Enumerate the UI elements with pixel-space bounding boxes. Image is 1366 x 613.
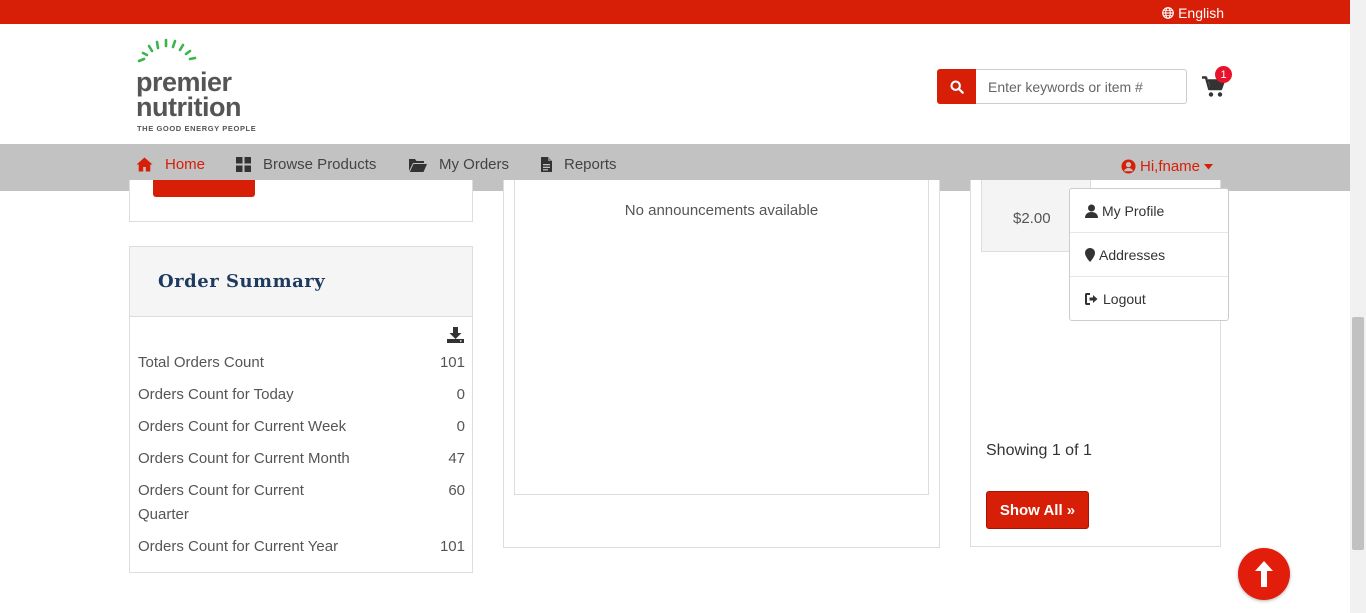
logo-word-nutrition: nutrition (136, 92, 241, 122)
nav-item-home[interactable]: Home (136, 156, 205, 173)
summary-value: 60 (448, 482, 465, 499)
summary-row-year: Orders Count for Current Year 101 (138, 535, 465, 559)
home-icon (136, 157, 153, 172)
folder-open-icon (409, 158, 427, 172)
nav-reports-label: Reports (564, 156, 617, 173)
cart-button[interactable]: 1 (1202, 66, 1236, 102)
summary-label: Total Orders Count (138, 354, 264, 371)
language-selector[interactable]: English (1162, 5, 1224, 21)
logo-sunburst-icon (137, 38, 197, 63)
menu-label: My Profile (1102, 202, 1165, 219)
file-text-icon (541, 157, 552, 172)
summary-row-today: Orders Count for Today 0 (138, 383, 465, 407)
search-icon (949, 79, 964, 94)
summary-row-quarter: Orders Count for Current Quarter 60 (138, 479, 465, 527)
user-dropdown-menu: My Profile Addresses Logout (1069, 188, 1229, 321)
summary-value: 0 (456, 386, 465, 403)
summary-value: 0 (456, 418, 465, 435)
order-summary-list: Total Orders Count 101 Orders Count for T… (138, 351, 465, 567)
nav-item-reports[interactable]: Reports (541, 156, 617, 173)
search-bar (937, 69, 1187, 104)
cart-count-badge: 1 (1215, 66, 1232, 83)
logo-tagline: THE GOOD ENERGY PEOPLE (137, 124, 257, 133)
show-all-button[interactable]: Show All » (986, 491, 1089, 529)
search-button[interactable] (937, 69, 976, 104)
user-icon (1085, 204, 1098, 218)
sign-out-icon (1085, 293, 1098, 305)
map-marker-icon (1085, 247, 1095, 262)
nav-my-orders-label: My Orders (439, 156, 510, 173)
summary-row-month: Orders Count for Current Month 47 (138, 447, 465, 471)
menu-label: Addresses (1099, 246, 1166, 263)
order-summary-header: Order Summary (130, 247, 472, 317)
summary-row-week: Orders Count for Current Week 0 (138, 415, 465, 439)
nav-item-my-orders[interactable]: My Orders (409, 156, 509, 173)
pagination-status: Showing 1 of 1 (986, 442, 1092, 459)
summary-label: Orders Count for Current Year (138, 538, 339, 555)
summary-value: 47 (448, 450, 465, 467)
nav-browse-products-label: Browse Products (263, 156, 377, 173)
product-price: $2.00 (1013, 210, 1051, 227)
order-summary-card: Order Summary Total Orders Count 101 Orde… (129, 246, 473, 573)
search-input[interactable] (976, 69, 1187, 104)
summary-row-total: Total Orders Count 101 (138, 351, 465, 375)
brand-logo[interactable]: premier nutrition THE GOOD ENERGY PEOPLE (136, 36, 276, 136)
grid-icon (236, 157, 251, 172)
download-icon (447, 327, 464, 343)
summary-value: 101 (439, 354, 465, 371)
announcements-panel: No announcements available (514, 180, 929, 495)
caret-down-icon (1204, 163, 1214, 169)
summary-label: Orders Count for Current Week (138, 418, 347, 435)
download-button[interactable] (447, 327, 464, 348)
menu-item-addresses[interactable]: Addresses (1070, 233, 1228, 277)
order-summary-title: Order Summary (158, 271, 326, 292)
user-menu-toggle[interactable]: Hi,fname (1121, 158, 1214, 175)
menu-label: Logout (1103, 291, 1146, 307)
arrow-up-icon (1255, 561, 1273, 587)
user-circle-icon (1121, 159, 1136, 174)
menu-item-logout[interactable]: Logout (1070, 277, 1228, 321)
summary-label: Orders Count for Current Quarter (138, 482, 304, 523)
partial-action-button[interactable] (153, 180, 255, 197)
top-bar: English (0, 0, 1350, 24)
quick-actions-card (129, 180, 473, 222)
no-announcements-text: No announcements available (624, 202, 819, 219)
menu-item-my-profile[interactable]: My Profile (1070, 189, 1228, 233)
summary-label: Orders Count for Today (138, 386, 294, 403)
header: premier nutrition THE GOOD ENERGY PEOPLE… (0, 24, 1350, 144)
summary-value: 101 (439, 538, 465, 555)
summary-label: Orders Count for Current Month (138, 450, 350, 467)
page-scrollbar[interactable] (1350, 0, 1366, 613)
scrollbar-thumb[interactable] (1352, 317, 1364, 550)
language-label: English (1178, 5, 1224, 21)
scroll-to-top-button[interactable] (1238, 548, 1290, 600)
nav-home-label: Home (165, 156, 206, 173)
user-greeting: Hi,fname (1140, 158, 1201, 175)
nav-item-browse-products[interactable]: Browse Products (236, 156, 376, 173)
globe-icon (1162, 7, 1174, 19)
